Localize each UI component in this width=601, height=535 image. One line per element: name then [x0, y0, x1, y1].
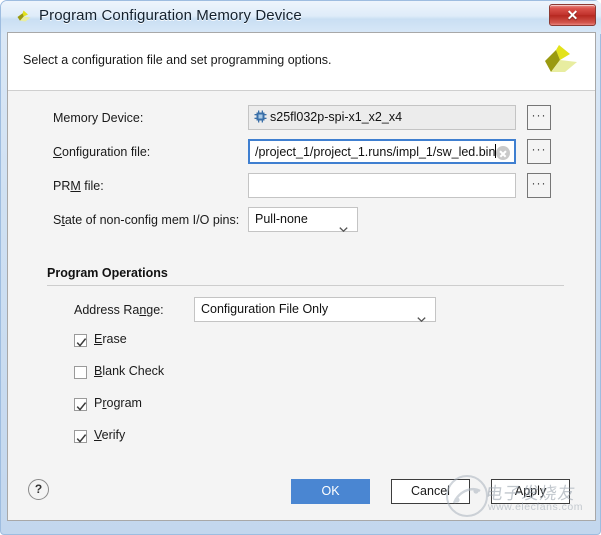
close-icon: ✕ [550, 5, 595, 25]
close-button[interactable]: ✕ [549, 4, 596, 26]
checkbox-box[interactable] [74, 398, 87, 411]
configuration-file-label: Configuration file: [53, 139, 150, 165]
prm-file-browse-button[interactable]: ··· [527, 173, 551, 198]
chevron-down-icon [339, 217, 348, 222]
cancel-button[interactable]: Cancel [391, 479, 470, 504]
prm-file-label: PRM file: [53, 173, 104, 199]
io-pins-state-dropdown[interactable]: Pull-none [248, 207, 358, 232]
prm-file-input[interactable] [248, 173, 516, 198]
memory-device-field[interactable]: s25fl032p-spi-x1_x2_x4 [248, 105, 516, 130]
memory-device-label: Memory Device: [53, 105, 143, 131]
vivado-logo-icon [14, 8, 33, 27]
configuration-file-value: /project_1/project_1.runs/impl_1/sw_led.… [255, 145, 495, 159]
title-bar: Program Configuration Memory Device ✕ [1, 1, 601, 34]
program-operations-title: Program Operations [47, 266, 168, 280]
chevron-down-icon [417, 307, 426, 312]
dialog-window: Program Configuration Memory Device ✕ Se… [0, 0, 601, 535]
check-icon [76, 335, 87, 346]
apply-button[interactable]: Apply [491, 479, 570, 504]
banner-description: Select a configuration file and set prog… [23, 53, 332, 67]
checkbox-label: Erase [94, 332, 127, 346]
memory-device-value: s25fl032p-spi-x1_x2_x4 [270, 110, 402, 124]
checkbox-box[interactable] [74, 366, 87, 379]
address-range-dropdown[interactable]: Configuration File Only [194, 297, 436, 322]
io-pins-state-label: State of non-config mem I/O pins: [53, 207, 239, 233]
checkbox-label: Verify [94, 428, 125, 442]
memory-device-browse-button[interactable]: ··· [527, 105, 551, 130]
memory-chip-icon [254, 108, 267, 121]
clear-field-icon[interactable] [496, 146, 510, 160]
check-icon [76, 399, 87, 410]
checkbox-label: Program [94, 396, 142, 410]
io-pins-state-value: Pull-none [255, 212, 308, 226]
configuration-file-browse-button[interactable]: ··· [527, 139, 551, 164]
dialog-client-area: Select a configuration file and set prog… [7, 32, 596, 521]
help-button[interactable]: ? [28, 479, 49, 500]
dialog-banner: Select a configuration file and set prog… [8, 33, 595, 91]
address-range-label: Address Range: [74, 297, 164, 323]
configuration-file-input[interactable]: /project_1/project_1.runs/impl_1/sw_led.… [248, 139, 516, 164]
checkbox-box[interactable] [74, 430, 87, 443]
window-title: Program Configuration Memory Device [39, 7, 302, 24]
ok-button[interactable]: OK [291, 479, 370, 504]
group-divider [47, 285, 564, 286]
checkbox-label: Blank Check [94, 364, 164, 378]
vivado-logo-icon [537, 41, 581, 83]
check-icon [76, 431, 87, 442]
checkbox-box[interactable] [74, 334, 87, 347]
address-range-value: Configuration File Only [201, 302, 328, 316]
